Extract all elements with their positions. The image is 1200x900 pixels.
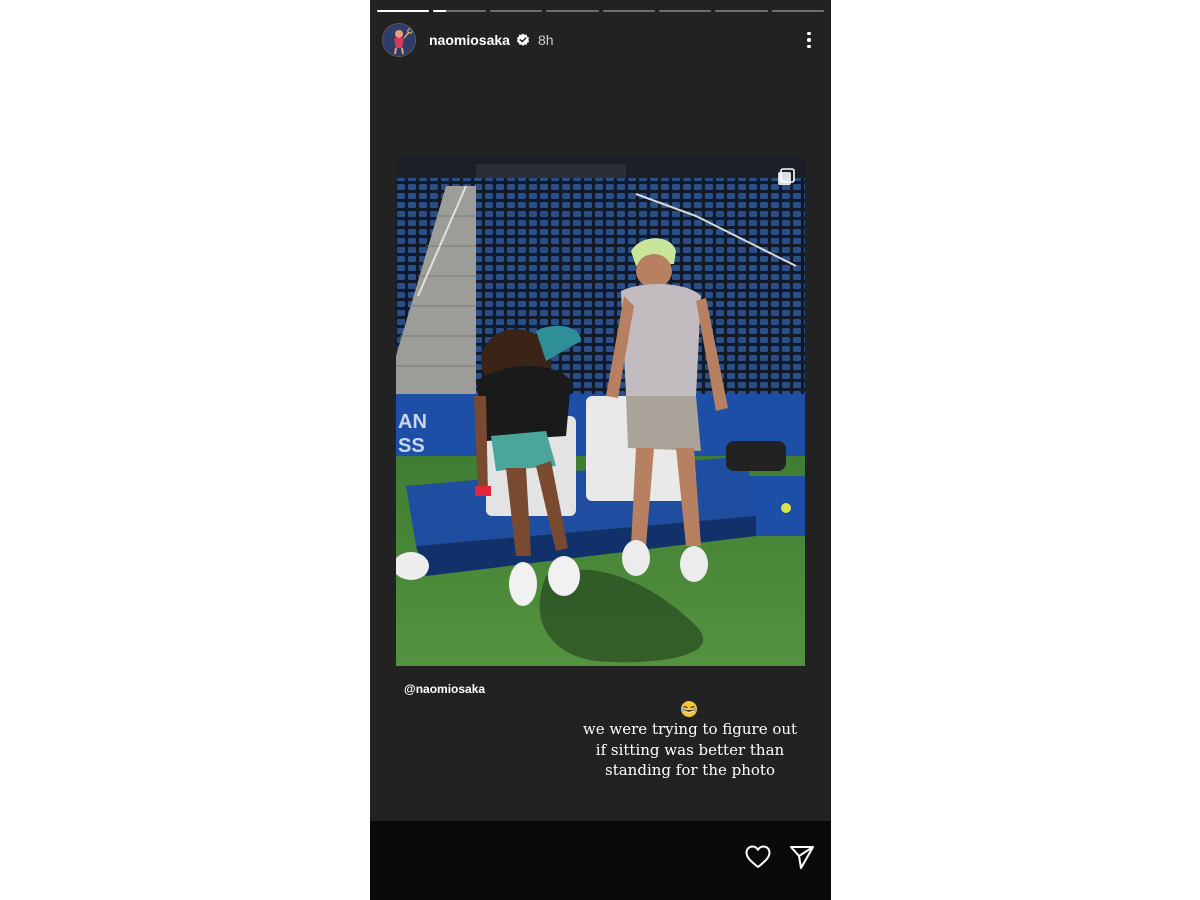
more-options-icon[interactable] [799,28,819,52]
story-photo: AN SS [396,156,805,666]
verified-badge-icon [516,33,530,46]
story-progress-bar [377,10,824,13]
story-caption: we were trying to figure out if sitting … [570,719,810,781]
avatar-image [383,24,415,56]
story-footer [370,821,831,900]
progress-segment [771,10,824,12]
send-icon[interactable] [788,843,816,871]
multiple-photos-icon [778,168,795,185]
story-header: naomiosaka 8h [382,22,819,58]
story-viewer: naomiosaka 8h AN SS @naomiosaka we were … [370,0,831,900]
progress-segment [489,10,543,12]
progress-segment [715,10,768,12]
svg-text:AN: AN [398,411,427,433]
tennis-court-photo: AN SS [396,156,805,666]
progress-segment [546,10,599,12]
progress-segment [602,10,655,12]
progress-segment [658,10,712,12]
laughing-emoji-icon [681,701,697,717]
heart-icon[interactable] [744,843,772,871]
mention-sticker[interactable]: @naomiosaka [404,682,485,696]
avatar[interactable] [382,23,416,57]
post-time: 8h [537,32,554,48]
caption-line: we were trying to figure out [582,720,798,738]
progress-segment [377,10,430,12]
caption-line: if sitting was better than [595,740,785,759]
username[interactable]: naomiosaka [429,32,510,48]
progress-segment [433,10,486,12]
caption-line: standing for the photo [605,761,775,779]
svg-text:SS: SS [398,435,425,457]
